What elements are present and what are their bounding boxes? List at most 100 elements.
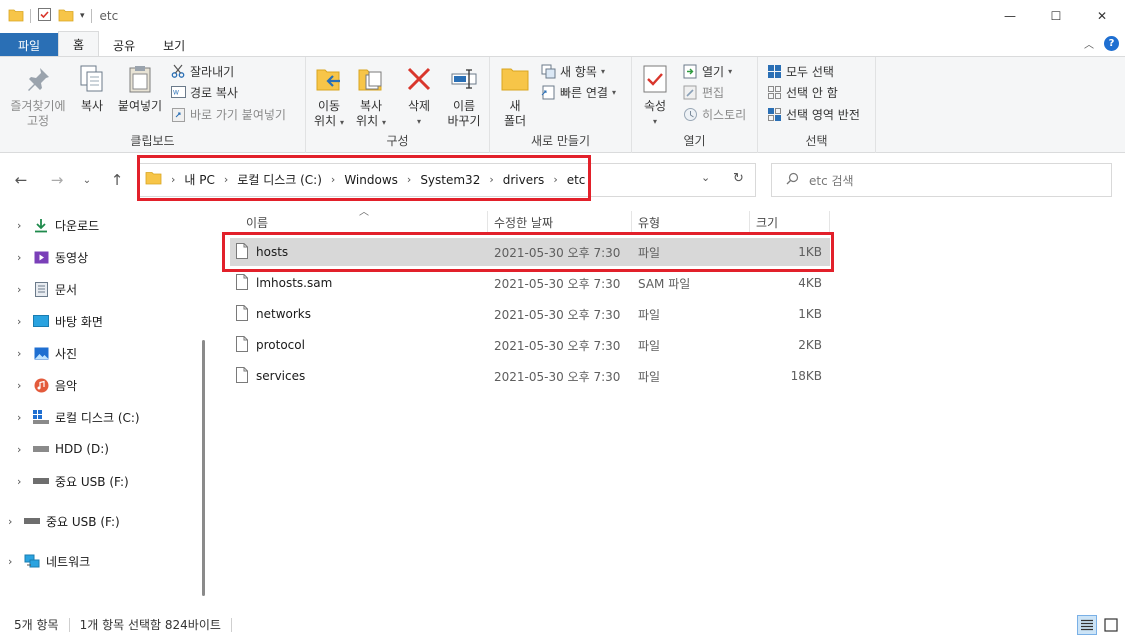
organize-group-label: 구성 (386, 134, 409, 148)
copy-to-button[interactable]: 복사 위치 ▾ (352, 63, 390, 130)
copy-icon (76, 63, 108, 95)
chevron-right-icon[interactable]: › (17, 251, 27, 264)
delete-button[interactable]: 삭제 ▾ (398, 63, 440, 129)
nav-item-pictures[interactable]: › 사진 (17, 343, 77, 363)
quick-access-icon (540, 84, 556, 100)
column-header-date[interactable]: 수정한 날짜 (488, 211, 632, 233)
chevron-right-icon[interactable]: › (8, 515, 18, 528)
paste-label: 붙여넣기 (117, 99, 163, 113)
large-icons-view-icon[interactable] (1101, 615, 1121, 635)
file-name: networks (256, 307, 311, 321)
file-row-protocol[interactable]: protocol 2021-05-30 오후 7:30 파일 2KB (230, 331, 830, 359)
chevron-right-icon[interactable]: › (17, 283, 27, 296)
nav-item-label: 네트워크 (46, 554, 91, 569)
customize-toolbar-icon[interactable]: ▾ (80, 11, 85, 21)
details-view-icon[interactable] (1077, 615, 1097, 635)
nav-item-documents[interactable]: › 문서 (17, 279, 77, 299)
open-button[interactable]: 열기 ▾ (682, 61, 732, 81)
chevron-right-icon[interactable]: › (8, 555, 18, 568)
recent-locations-chevron-icon[interactable]: ⌄ (76, 171, 98, 189)
nav-item-downloads[interactable]: › 다운로드 (17, 215, 99, 235)
new-folder-button[interactable]: 새 폴더 (496, 63, 534, 129)
select-none-button[interactable]: 선택 안 함 (766, 82, 838, 102)
chevron-right-icon[interactable]: › (17, 379, 27, 392)
nav-item-drive-d[interactable]: › HDD (D:) (17, 439, 109, 459)
copy-button[interactable]: 복사 (74, 63, 110, 114)
ribbon-tab-actions: ︿ ? (1084, 36, 1119, 51)
select-all-button[interactable]: 모두 선택 (766, 61, 834, 81)
file-date: 2021-05-30 오후 7:30 (494, 369, 621, 384)
rename-icon (448, 63, 480, 95)
tab-home[interactable]: 홈 (58, 31, 100, 57)
invert-selection-button[interactable]: 선택 영역 반전 (766, 104, 860, 124)
chevron-right-icon[interactable]: › (17, 315, 27, 328)
up-arrow-icon[interactable]: ↑ (106, 171, 128, 189)
file-date: 2021-05-30 오후 7:30 (494, 276, 621, 291)
status-divider (230, 617, 232, 632)
file-type: SAM 파일 (638, 276, 691, 291)
pin-quick-access-button[interactable]: 즐겨찾기에 고정 (6, 63, 70, 129)
download-icon (33, 217, 49, 233)
nav-item-videos[interactable]: › 동영상 (17, 247, 88, 267)
file-size: 4KB (798, 276, 822, 290)
file-row-services[interactable]: services 2021-05-30 오후 7:30 파일 18KB (230, 362, 830, 390)
chevron-up-icon[interactable]: ︿ (1084, 36, 1094, 51)
chevron-right-icon[interactable]: › (17, 219, 27, 232)
select-all-icon (766, 63, 782, 79)
usb-drive-icon (24, 513, 40, 529)
nav-item-network[interactable]: › 네트워크 (8, 551, 90, 571)
tab-share[interactable]: 공유 (99, 33, 149, 57)
column-header-type[interactable]: 유형 (632, 211, 750, 233)
chevron-right-icon[interactable]: › (17, 475, 27, 488)
nav-item-drive-c[interactable]: › 로컬 디스크 (C:) (17, 407, 140, 427)
close-button[interactable]: ✕ (1079, 0, 1125, 32)
nav-item-desktop[interactable]: › 바탕 화면 (17, 311, 103, 331)
paste-shortcut-button[interactable]: 바로 가기 붙여넣기 (170, 104, 286, 124)
nav-item-music[interactable]: › 음악 (17, 375, 77, 395)
new-item-button[interactable]: 새 항목 ▾ (540, 61, 605, 81)
maximize-button[interactable]: ☐ (1033, 0, 1079, 32)
forward-arrow-icon[interactable]: → (46, 171, 68, 189)
chevron-right-icon[interactable]: › (17, 443, 27, 456)
edit-button[interactable]: 편집 (682, 82, 724, 102)
file-type: 파일 (638, 338, 661, 353)
move-to-button[interactable]: 이동 위치 ▾ (310, 63, 348, 130)
quick-access-button[interactable]: 빠른 연결 ▾ (540, 82, 616, 102)
file-row-lmhosts[interactable]: lmhosts.sam 2021-05-30 오후 7:30 SAM 파일 4K… (230, 269, 830, 297)
quick-access-caret-icon: ▾ (611, 87, 616, 97)
column-header-name[interactable]: 이름 (240, 211, 488, 233)
tab-view[interactable]: 보기 (149, 33, 199, 57)
nav-item-usb-f-root[interactable]: › 중요 USB (F:) (8, 511, 120, 531)
search-box[interactable]: etc 검색 (771, 163, 1112, 197)
copy-to-label-1: 복사 (359, 99, 383, 113)
paste-button[interactable]: 붙여넣기 (114, 63, 166, 114)
properties-button[interactable]: 속성 ▾ (638, 63, 672, 129)
ribbon-tabs: 파일 홈 공유 보기 ︿ ? (0, 31, 1125, 57)
rename-button[interactable]: 이름 바꾸기 (442, 63, 486, 129)
new-folder-quick-icon[interactable] (58, 8, 74, 25)
select-none-icon (766, 84, 782, 100)
history-button[interactable]: 히스토리 (682, 104, 746, 124)
nav-pane-scrollbar[interactable] (202, 340, 205, 596)
chevron-right-icon[interactable]: › (17, 347, 27, 360)
address-history-chevron-icon[interactable]: ⌄ (701, 171, 710, 184)
back-arrow-icon[interactable]: ← (10, 171, 32, 189)
file-row-networks[interactable]: networks 2021-05-30 오후 7:30 파일 1KB (230, 300, 830, 328)
copy-path-button[interactable]: W 경로 복사 (170, 82, 238, 102)
nav-item-usb-f[interactable]: › 중요 USB (F:) (17, 471, 129, 491)
selection-info: 1개 항목 선택함 824바이트 (79, 618, 221, 632)
chevron-right-icon[interactable]: › (17, 411, 27, 424)
cut-button[interactable]: 잘라내기 (170, 61, 234, 81)
tab-file[interactable]: 파일 (0, 33, 58, 57)
cut-label: 잘라내기 (190, 64, 235, 79)
help-icon[interactable]: ? (1104, 36, 1119, 51)
window-title: etc (99, 9, 119, 23)
history-icon (682, 106, 698, 122)
rename-label-2: 바꾸기 (447, 114, 481, 128)
column-header-size[interactable]: 크기 (750, 211, 830, 233)
minimize-button[interactable]: — (987, 0, 1033, 32)
properties-quick-icon[interactable] (37, 7, 52, 25)
open-group: 속성 ▾ 열기 ▾ 편집 히스토리 열기 (632, 57, 758, 153)
file-icon (236, 273, 248, 293)
refresh-icon[interactable]: ↻ (733, 171, 744, 186)
